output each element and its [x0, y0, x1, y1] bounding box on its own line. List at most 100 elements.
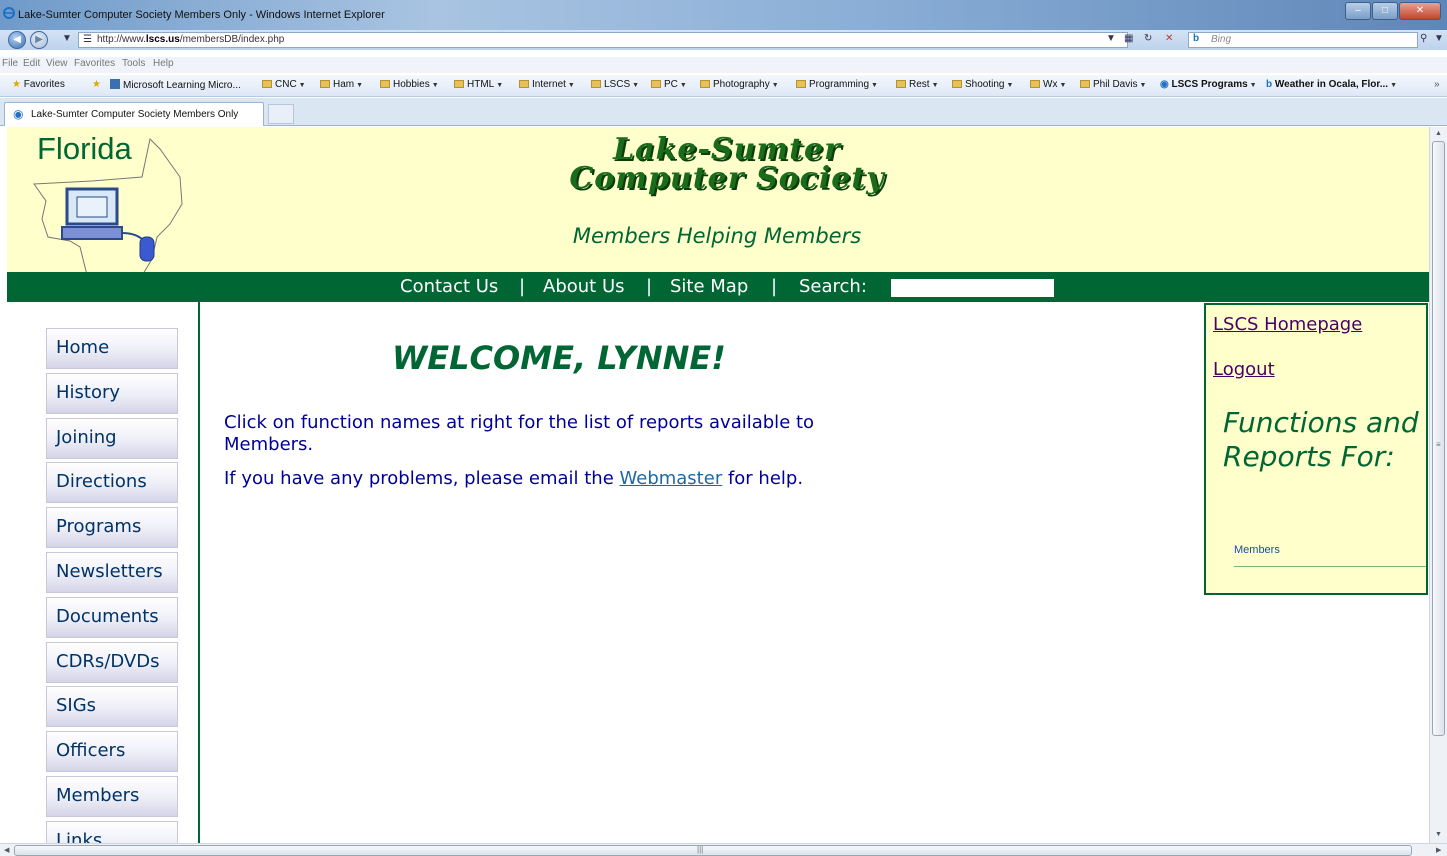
fav-folder-pc[interactable]: PC ▼	[651, 79, 687, 90]
fav-folder-html[interactable]: HTML ▼	[454, 79, 503, 90]
menu-file[interactable]: File	[2, 58, 18, 69]
bing-icon: b	[1266, 79, 1273, 90]
favbar-overflow-icon[interactable]: »	[1434, 79, 1440, 90]
search-options-icon[interactable]: ▼	[1434, 33, 1444, 44]
search-icon[interactable]: ⚲	[1420, 33, 1427, 44]
sidebar-item-history[interactable]: History	[46, 373, 178, 414]
bing-placeholder: Bing	[1211, 34, 1232, 45]
menu-view[interactable]: View	[46, 58, 68, 69]
folder-icon	[519, 80, 529, 88]
fav-folder-programming[interactable]: Programming ▼	[796, 79, 878, 90]
vertical-scrollbar[interactable]: ▲ ≡ ▼	[1429, 127, 1447, 843]
refresh-icon[interactable]: ↻	[1144, 33, 1152, 44]
stop-icon[interactable]: ✕	[1165, 33, 1173, 44]
menu-help[interactable]: Help	[153, 58, 174, 69]
address-dropdown-icon[interactable]: ▼	[1106, 33, 1116, 44]
fav-folder-wx[interactable]: Wx ▼	[1030, 79, 1066, 90]
sidebar-item-sigs[interactable]: SIGs	[46, 686, 178, 727]
minimize-button[interactable]: –	[1345, 2, 1371, 20]
folder-icon	[651, 80, 661, 88]
ie-tab-icon: ◉	[13, 107, 24, 121]
forward-button[interactable]: ▶	[30, 31, 48, 49]
folder-icon	[700, 80, 710, 88]
fav-folder-rest[interactable]: Rest ▼	[896, 79, 939, 90]
left-sidebar: Home History Joining Directions Programs…	[7, 302, 200, 843]
folder-icon	[380, 80, 390, 88]
tab-strip: ◉ Lake-Sumter Computer Society Members O…	[0, 98, 1447, 126]
scroll-right-icon[interactable]: ▶	[1436, 846, 1441, 854]
functions-panel: LSCS Homepage Logout Functions and Repor…	[1204, 303, 1428, 595]
horizontal-scrollbar[interactable]: ◀ ||| ▶	[0, 843, 1447, 856]
sidebar-item-cdrs-dvds[interactable]: CDRs/DVDs	[46, 642, 178, 683]
folder-icon	[1080, 80, 1090, 88]
menu-bar: File Edit View Favorites Tools Help	[0, 57, 1447, 73]
lscs-homepage-link[interactable]: LSCS Homepage	[1213, 314, 1362, 335]
maximize-button[interactable]: □	[1372, 2, 1398, 20]
site-title-line2: Computer Society	[569, 161, 885, 196]
vertical-scroll-thumb[interactable]: ≡	[1432, 141, 1445, 736]
sidebar-item-joining[interactable]: Joining	[46, 418, 178, 459]
horizontal-scroll-thumb[interactable]: |||	[14, 845, 1412, 856]
scroll-up-icon[interactable]: ▲	[1435, 130, 1442, 137]
fav-folder-shooting[interactable]: Shooting ▼	[952, 79, 1013, 90]
history-dropdown-icon[interactable]: ▼	[62, 33, 72, 44]
fav-lscs-programs[interactable]: ◉ LSCS Programs ▼	[1160, 79, 1257, 90]
welcome-heading: WELCOME, LYNNE!	[392, 339, 726, 377]
menu-favorites[interactable]: Favorites	[74, 58, 115, 69]
members-function-link[interactable]: Members	[1234, 544, 1280, 556]
contact-us-link[interactable]: Contact Us	[400, 276, 498, 297]
site-header: Florida Lake-Sumter Computer Society Mem…	[7, 127, 1429, 279]
fav-folder-cnc[interactable]: CNC ▼	[262, 79, 306, 90]
address-bar[interactable]: ☰ http://www.lscs.us/membersDB/index.php	[78, 32, 1128, 48]
ie-page-icon: ◉	[1160, 79, 1169, 90]
folder-icon	[320, 80, 330, 88]
menu-edit[interactable]: Edit	[23, 58, 40, 69]
fav-folder-phil-davis[interactable]: Phil Davis ▼	[1080, 79, 1146, 90]
compatibility-view-icon[interactable]: ▦	[1124, 33, 1133, 44]
close-window-button[interactable]: ✕	[1399, 2, 1441, 20]
fav-folder-internet[interactable]: Internet ▼	[519, 79, 575, 90]
scroll-left-icon[interactable]: ◀	[4, 846, 9, 854]
back-button[interactable]: ◀	[8, 31, 26, 49]
fav-microsoft-learning[interactable]: Microsoft Learning Micro...	[110, 79, 241, 91]
fav-folder-lscs[interactable]: LSCS ▼	[591, 79, 639, 90]
functions-title: Functions and Reports For:	[1223, 406, 1419, 473]
fav-folder-ham[interactable]: Ham ▼	[320, 79, 363, 90]
site-search-input[interactable]	[891, 279, 1054, 297]
bing-search-box[interactable]: b Bing	[1188, 32, 1418, 48]
intro-text: Click on function names at right for the…	[224, 412, 815, 455]
sidebar-item-officers[interactable]: Officers	[46, 731, 178, 772]
webmaster-link[interactable]: Webmaster	[620, 468, 723, 489]
top-nav-bar: Contact Us | About Us | Site Map | Searc…	[7, 272, 1429, 302]
fav-weather-ocala[interactable]: b Weather in Ocala, Flor... ▼	[1266, 79, 1397, 90]
address-toolbar: ◀ ▶ ▼ ☰ http://www.lscs.us/membersDB/ind…	[0, 30, 1447, 50]
address-url[interactable]: http://www.lscs.us/membersDB/index.php	[97, 34, 284, 45]
site-tagline: Members Helping Members	[572, 224, 862, 248]
site-map-link[interactable]: Site Map	[670, 276, 748, 297]
tab-lscs-members[interactable]: ◉ Lake-Sumter Computer Society Members O…	[4, 102, 264, 126]
site-title-line1: Lake-Sumter	[613, 132, 841, 167]
search-label: Search:	[799, 276, 867, 297]
favorites-bar: ★ Favorites ★ Microsoft Learning Micro..…	[0, 75, 1447, 97]
add-favorite-icon[interactable]: ★	[92, 79, 101, 90]
divider	[1234, 566, 1426, 567]
sidebar-item-directions[interactable]: Directions	[46, 462, 178, 503]
page-viewport: Florida Lake-Sumter Computer Society Mem…	[7, 127, 1429, 843]
sidebar-item-documents[interactable]: Documents	[46, 597, 178, 638]
sidebar-item-programs[interactable]: Programs	[46, 507, 178, 548]
new-tab-button[interactable]	[268, 104, 294, 124]
site-title: Lake-Sumter Computer Society	[537, 132, 917, 196]
sidebar-item-newsletters[interactable]: Newsletters	[46, 552, 178, 593]
menu-tools[interactable]: Tools	[122, 58, 145, 69]
sidebar-item-links[interactable]: Links	[46, 821, 178, 843]
sidebar-item-home[interactable]: Home	[46, 328, 178, 369]
scroll-down-icon[interactable]: ▼	[1435, 831, 1442, 838]
fav-folder-hobbies[interactable]: Hobbies ▼	[380, 79, 439, 90]
folder-icon	[896, 80, 906, 88]
logout-link[interactable]: Logout	[1213, 359, 1275, 380]
fav-folder-photography[interactable]: Photography ▼	[700, 79, 779, 90]
about-us-link[interactable]: About Us	[543, 276, 625, 297]
sidebar-item-members[interactable]: Members	[46, 776, 178, 817]
favorites-button[interactable]: ★ Favorites	[12, 79, 65, 90]
nav-separator: |	[646, 276, 653, 297]
